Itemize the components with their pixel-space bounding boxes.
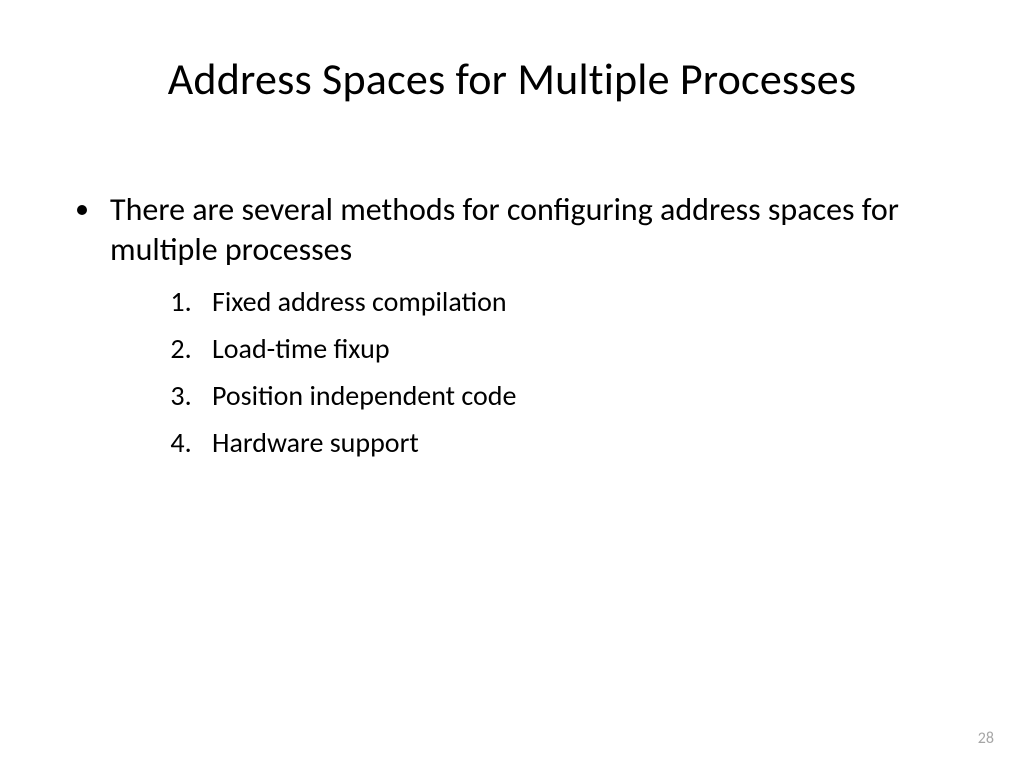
page-number: 28 [978,729,994,748]
bullet-item: There are several methods for configurin… [104,190,954,460]
slide-title: Address Spaces for Multiple Processes [0,52,1024,106]
bullet-list: There are several methods for configurin… [70,190,954,460]
bullet-text: There are several methods for configurin… [110,190,899,269]
list-item: Fixed address compilation [198,284,954,319]
list-item: Load-time fixup [198,331,954,366]
list-item: Position independent code [198,378,954,413]
numbered-list: Fixed address compilation Load-time fixu… [110,284,954,460]
slide-body: There are several methods for configurin… [70,190,954,472]
list-item: Hardware support [198,425,954,460]
slide: Address Spaces for Multiple Processes Th… [0,0,1024,768]
